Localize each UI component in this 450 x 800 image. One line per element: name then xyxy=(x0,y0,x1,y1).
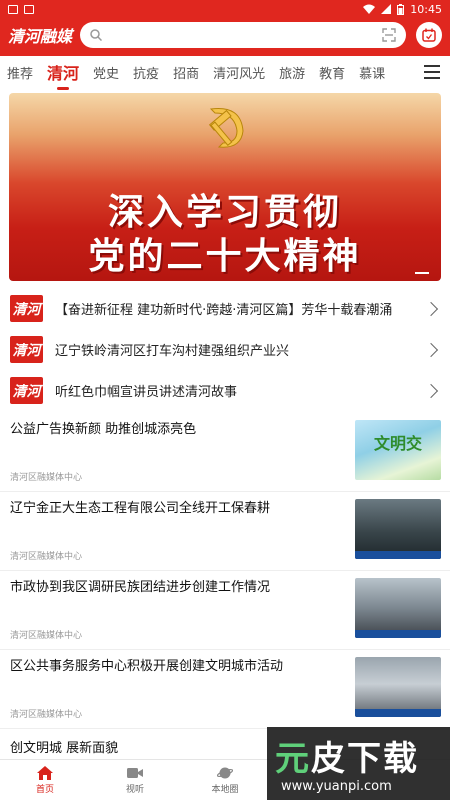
watermark-logo: 元皮下载 xyxy=(275,731,419,780)
calendar-icon xyxy=(422,28,436,42)
headline-badge: 清河 xyxy=(10,295,43,322)
tab-party-history[interactable]: 党史 xyxy=(93,63,119,82)
search-icon xyxy=(90,29,102,41)
tab-education[interactable]: 教育 xyxy=(319,63,345,82)
headline-badge: 清河 xyxy=(10,377,43,404)
news-source: 清河区融媒体中心 xyxy=(10,710,83,720)
calendar-button[interactable] xyxy=(416,22,442,48)
app-notification-icon xyxy=(24,4,34,14)
wifi-icon xyxy=(363,4,376,14)
app-header: 10:45 清河融媒 xyxy=(0,0,450,56)
menu-line xyxy=(424,71,440,73)
home-icon xyxy=(37,765,53,780)
news-title: 区公共事务服务中心积极开展创建文明城市活动 xyxy=(10,659,284,674)
thumbnail-caption-bar xyxy=(355,709,441,717)
battery-icon xyxy=(397,3,405,15)
news-title-partial[interactable]: 创文明城 展新面貌 xyxy=(10,737,118,756)
thumbnail-caption: 文明交 xyxy=(373,434,422,453)
gallery-notification-icon xyxy=(8,4,18,14)
status-bar: 10:45 xyxy=(0,0,450,18)
hammer-sickle-icon xyxy=(208,107,244,148)
nav-local-label: 本地圈 xyxy=(211,784,239,795)
watermark-green-text: 元 xyxy=(275,739,311,779)
tab-investment[interactable]: 招商 xyxy=(173,63,199,82)
news-list: 公益广告换新颜 助推创城添亮色 清河区融媒体中心 文明交 辽宁金正大生态工程有限… xyxy=(0,413,450,729)
banner-line-2: 党的二十大精神 xyxy=(88,235,362,277)
news-source: 清河区融媒体中心 xyxy=(10,473,83,483)
news-source: 清河区融媒体中心 xyxy=(10,552,83,562)
tab-anti-epidemic[interactable]: 抗疫 xyxy=(133,63,159,82)
app-root: 10:45 清河融媒 推荐 清河 党史 抗疫 招商 清河风光 旅游 教育 慕课 xyxy=(0,0,450,800)
channel-menu-button[interactable] xyxy=(424,65,440,79)
status-time: 10:45 xyxy=(410,2,442,16)
news-title: 市政协到我区调研民族团结进步创建工作情况 xyxy=(10,580,271,595)
watermark-url: www.yuanpi.com xyxy=(281,779,392,794)
signal-icon xyxy=(381,4,392,14)
watermark-overlay: 元皮下载 www.yuanpi.com xyxy=(267,727,450,800)
news-item[interactable]: 市政协到我区调研民族团结进步创建工作情况 清河区融媒体中心 xyxy=(0,571,450,650)
headline-list: 清河 【奋进新征程 建功新时代·跨越·清河区篇】芳华十载春潮涌 清河 辽宁铁岭清… xyxy=(0,288,450,411)
tab-recommend[interactable]: 推荐 xyxy=(7,63,33,82)
news-item[interactable]: 公益广告换新颜 助推创城添亮色 清河区融媒体中心 文明交 xyxy=(0,413,450,492)
news-title: 公益广告换新颜 助推创城添亮色 xyxy=(10,422,197,437)
nav-video-label: 视听 xyxy=(125,784,144,795)
news-thumbnail xyxy=(355,657,441,717)
news-source: 清河区融媒体中心 xyxy=(10,631,83,641)
thumbnail-caption-bar xyxy=(355,630,441,638)
news-item[interactable]: 区公共事务服务中心积极开展创建文明城市活动 清河区融媒体中心 xyxy=(0,650,450,729)
news-thumbnail: 文明交 xyxy=(355,420,441,480)
video-icon xyxy=(127,767,143,778)
planet-icon xyxy=(217,767,233,778)
hero-banner[interactable]: 深入学习贯彻 党的二十大精神 xyxy=(9,93,441,281)
nav-local[interactable]: 本地圈 xyxy=(180,760,270,800)
chevron-right-icon xyxy=(423,301,439,316)
headline-text: 辽宁铁岭清河区打车沟村建强组织产业兴 xyxy=(55,344,290,359)
news-thumbnail xyxy=(355,499,441,559)
app-logo: 清河融媒 xyxy=(8,27,73,46)
search-input[interactable] xyxy=(108,28,382,42)
news-item[interactable]: 辽宁金正大生态工程有限公司全线开工保春耕 清河区融媒体中心 xyxy=(0,492,450,571)
chevron-right-icon xyxy=(423,342,439,357)
headline-item[interactable]: 清河 【奋进新征程 建功新时代·跨越·清河区篇】芳华十载春潮涌 xyxy=(0,288,450,329)
tab-mooc[interactable]: 慕课 xyxy=(359,63,385,82)
scan-icon[interactable] xyxy=(382,28,396,42)
news-title: 辽宁金正大生态工程有限公司全线开工保春耕 xyxy=(10,501,271,516)
status-right: 10:45 xyxy=(363,3,442,16)
menu-line xyxy=(424,77,440,79)
tab-travel[interactable]: 旅游 xyxy=(279,63,305,82)
nav-home[interactable]: 首页 xyxy=(0,760,90,800)
headline-item[interactable]: 清河 听红色巾帼宣讲员讲述清河故事 xyxy=(0,370,450,411)
watermark-white-text: 皮下载 xyxy=(311,739,419,779)
headline-badge: 清河 xyxy=(10,336,43,363)
carousel-indicator xyxy=(415,272,429,274)
thumbnail-caption-bar xyxy=(355,551,441,559)
headline-text: 【奋进新征程 建功新时代·跨越·清河区篇】芳华十载春潮涌 xyxy=(55,303,393,318)
channel-tabs: 推荐 清河 党史 抗疫 招商 清河风光 旅游 教育 慕课 xyxy=(0,56,450,90)
news-thumbnail xyxy=(355,578,441,638)
headline-text: 听红色巾帼宣讲员讲述清河故事 xyxy=(55,385,238,400)
chevron-right-icon xyxy=(423,383,439,398)
search-box[interactable] xyxy=(80,22,406,48)
status-left xyxy=(8,4,34,14)
nav-video[interactable]: 视听 xyxy=(90,760,180,800)
tab-scenery[interactable]: 清河风光 xyxy=(213,63,265,82)
headline-item[interactable]: 清河 辽宁铁岭清河区打车沟村建强组织产业兴 xyxy=(0,329,450,370)
nav-home-label: 首页 xyxy=(35,784,54,795)
top-bar: 清河融媒 xyxy=(0,18,450,56)
tab-qinghe[interactable]: 清河 xyxy=(47,60,79,90)
menu-line xyxy=(424,65,440,67)
